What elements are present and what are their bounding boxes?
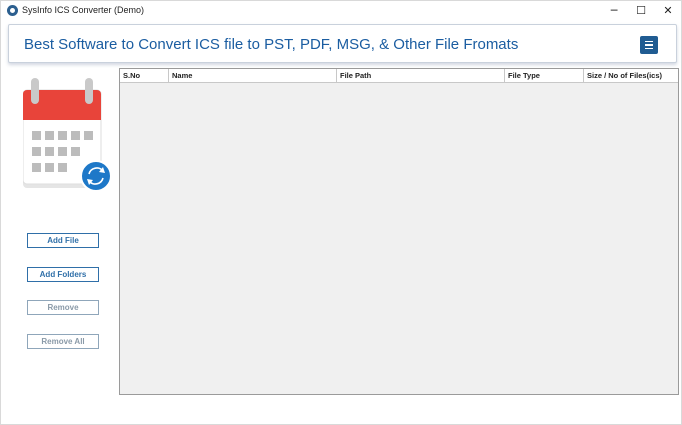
remove-all-button[interactable]: Remove All <box>27 334 99 349</box>
app-logo-icon <box>7 5 18 16</box>
app-window: SysInfo ICS Converter (Demo) ─ ☐ ✕ Best … <box>0 0 682 425</box>
minimize-button[interactable]: ─ <box>601 1 627 20</box>
close-button[interactable]: ✕ <box>655 1 681 20</box>
column-header-file-path[interactable]: File Path <box>337 69 505 83</box>
header-banner: Best Software to Convert ICS file to PST… <box>8 24 677 63</box>
sidebar: Add File Add Folders Remove Remove All <box>5 68 117 398</box>
maximize-button[interactable]: ☐ <box>628 1 654 20</box>
hamburger-menu-icon[interactable] <box>640 36 658 54</box>
title-bar: SysInfo ICS Converter (Demo) ─ ☐ ✕ <box>1 1 681 20</box>
file-list-table[interactable]: S.No Name File Path File Type Size / No … <box>119 68 679 395</box>
column-header-file-type[interactable]: File Type <box>505 69 584 83</box>
column-header-size[interactable]: Size / No of Files(ics) <box>584 69 678 83</box>
column-header-sno[interactable]: S.No <box>120 69 169 83</box>
add-file-button[interactable]: Add File <box>27 233 99 248</box>
add-folders-button[interactable]: Add Folders <box>27 267 99 282</box>
banner-title: Best Software to Convert ICS file to PST… <box>24 36 519 53</box>
remove-button[interactable]: Remove <box>27 300 99 315</box>
window-title: SysInfo ICS Converter (Demo) <box>22 5 145 15</box>
calendar-sync-icon <box>23 78 112 192</box>
column-header-name[interactable]: Name <box>169 69 337 83</box>
table-header: S.No Name File Path File Type Size / No … <box>120 69 678 83</box>
